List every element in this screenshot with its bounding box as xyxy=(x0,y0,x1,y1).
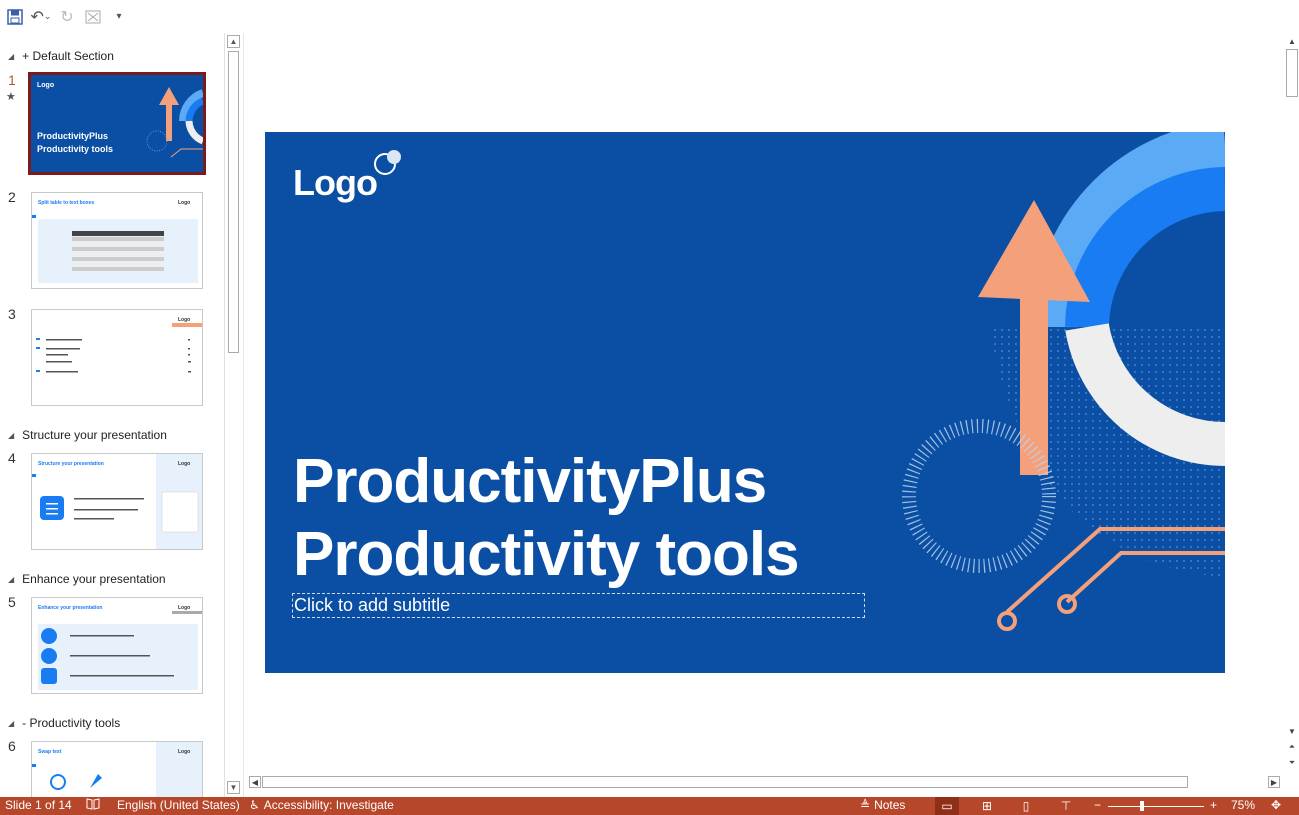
collapse-triangle-icon[interactable]: ◢ xyxy=(8,719,14,728)
animation-star-icon: ★ xyxy=(6,91,16,103)
section-header-enhance[interactable]: ◢ Enhance your presentation xyxy=(8,572,166,586)
slide-logo[interactable]: Logo xyxy=(293,162,378,204)
status-bar: Slide 1 of 14 English (United States) ♿ … xyxy=(0,797,1299,815)
svg-text:Swap text: Swap text xyxy=(38,749,62,755)
zoom-slider-knob[interactable] xyxy=(1140,801,1144,811)
scroll-right-arrow-icon[interactable]: ▶ xyxy=(1268,776,1280,788)
slide-number: 3 xyxy=(8,306,16,322)
section-header-default[interactable]: ◢ + Default Section xyxy=(8,49,114,63)
reading-view-icon[interactable]: ▯ xyxy=(1014,797,1038,815)
accessibility-status[interactable]: ♿ Accessibility: Investigate xyxy=(249,798,394,812)
zoom-level[interactable]: 75% xyxy=(1231,798,1255,812)
redo-icon[interactable]: ↻ xyxy=(56,5,78,29)
slide-decorative-art xyxy=(374,132,1225,631)
fit-slide-to-window-icon[interactable]: ✥ xyxy=(1271,798,1281,812)
notes-button[interactable]: ≜ Notes xyxy=(860,798,905,812)
scroll-up-arrow-icon[interactable]: ▲ xyxy=(227,35,240,48)
slide-number: 6 xyxy=(8,738,16,754)
slide-number: 1 xyxy=(8,72,16,88)
editor-horizontal-scrollbar[interactable]: ◀ ▶ xyxy=(248,774,1284,790)
scrollbar-thumb[interactable] xyxy=(1286,49,1298,97)
thumbnail-scrollbar[interactable]: ▲ ▼ xyxy=(224,33,241,797)
section-header-structure[interactable]: ◢ Structure your presentation xyxy=(8,428,167,442)
slide-thumbnail-4[interactable]: Structure your presentation Logo xyxy=(31,453,203,550)
slide-thumbnail-1[interactable]: Logo ProductivityPlus Productivity tools xyxy=(28,72,206,175)
quick-access-toolbar: ↶ ⌄ ↻ ▾ xyxy=(0,0,1299,33)
scroll-down-arrow-icon[interactable]: ▼ xyxy=(227,781,240,794)
slide-number: 2 xyxy=(8,189,16,205)
slide-number: 4 xyxy=(8,450,16,466)
svg-text:Logo: Logo xyxy=(178,749,190,755)
zoom-in-icon[interactable]: + xyxy=(1210,798,1217,812)
scrollbar-thumb[interactable] xyxy=(262,776,1188,788)
next-slide-icon[interactable]: ⏷ xyxy=(1286,757,1298,769)
scroll-up-arrow-icon[interactable]: ▲ xyxy=(1286,35,1298,47)
svg-text:Productivity tools: Productivity tools xyxy=(37,144,113,154)
save-icon[interactable] xyxy=(4,5,26,29)
slide-title[interactable]: ProductivityPlus Productivity tools xyxy=(293,445,800,591)
svg-text:Structure your presentation: Structure your presentation xyxy=(38,461,104,467)
accessibility-icon: ♿ xyxy=(249,798,260,812)
section-header-productivity[interactable]: ◢ - Productivity tools xyxy=(8,716,120,730)
customize-toolbar-icon[interactable]: ▾ xyxy=(108,5,130,29)
collapse-triangle-icon[interactable]: ◢ xyxy=(8,575,14,584)
zoom-slider-track[interactable] xyxy=(1108,806,1204,807)
slide-thumbnail-pane: ◢ + Default Section 1 ★ Logo Productivit… xyxy=(0,33,243,797)
zoom-out-icon[interactable]: − xyxy=(1094,798,1101,812)
editor-vertical-scrollbar[interactable]: ▲ ▼ ⏶ ⏷ xyxy=(1285,33,1299,778)
svg-text:Enhance your presentation: Enhance your presentation xyxy=(38,605,102,611)
subtitle-placeholder[interactable]: Click to add subtitle xyxy=(292,593,865,618)
slideshow-view-icon[interactable]: ⊤ xyxy=(1054,797,1078,815)
slide-thumbnail-3[interactable]: Logo xyxy=(31,309,203,406)
collapse-triangle-icon[interactable]: ◢ xyxy=(8,431,14,440)
scrollbar-thumb[interactable] xyxy=(228,51,239,353)
main-slide[interactable]: Logo ProductivityPlus Productivity tools… xyxy=(265,132,1225,673)
normal-view-icon[interactable]: ▭ xyxy=(935,797,959,815)
slide-number: 5 xyxy=(8,594,16,610)
svg-text:Split table to text boxes: Split table to text boxes xyxy=(38,200,94,206)
slideshow-from-beginning-icon[interactable] xyxy=(82,5,104,29)
slide-counter[interactable]: Slide 1 of 14 xyxy=(5,798,72,812)
svg-text:Logo: Logo xyxy=(178,461,190,467)
svg-text:Logo: Logo xyxy=(178,317,190,323)
scroll-left-arrow-icon[interactable]: ◀ xyxy=(249,776,261,788)
language-indicator[interactable]: English (United States) xyxy=(117,798,240,812)
scroll-down-arrow-icon[interactable]: ▼ xyxy=(1286,725,1298,737)
collapse-triangle-icon[interactable]: ◢ xyxy=(8,52,14,61)
svg-text:ProductivityPlus: ProductivityPlus xyxy=(37,131,108,141)
notes-icon: ≜ xyxy=(860,798,871,812)
slide-thumbnail-2[interactable]: Split table to text boxes Logo xyxy=(31,192,203,289)
slide-thumbnail-5[interactable]: Enhance your presentation Logo xyxy=(31,597,203,694)
previous-slide-icon[interactable]: ⏶ xyxy=(1286,741,1298,753)
undo-icon[interactable]: ↶ ⌄ xyxy=(30,5,52,29)
svg-text:Logo: Logo xyxy=(178,200,190,206)
svg-text:Logo: Logo xyxy=(37,82,54,89)
slide-sorter-view-icon[interactable]: ⊞ xyxy=(975,797,999,815)
slide-thumbnail-6[interactable]: Swap text Logo xyxy=(31,741,203,797)
spelling-check-icon[interactable] xyxy=(86,798,100,810)
svg-text:Logo: Logo xyxy=(178,605,190,611)
